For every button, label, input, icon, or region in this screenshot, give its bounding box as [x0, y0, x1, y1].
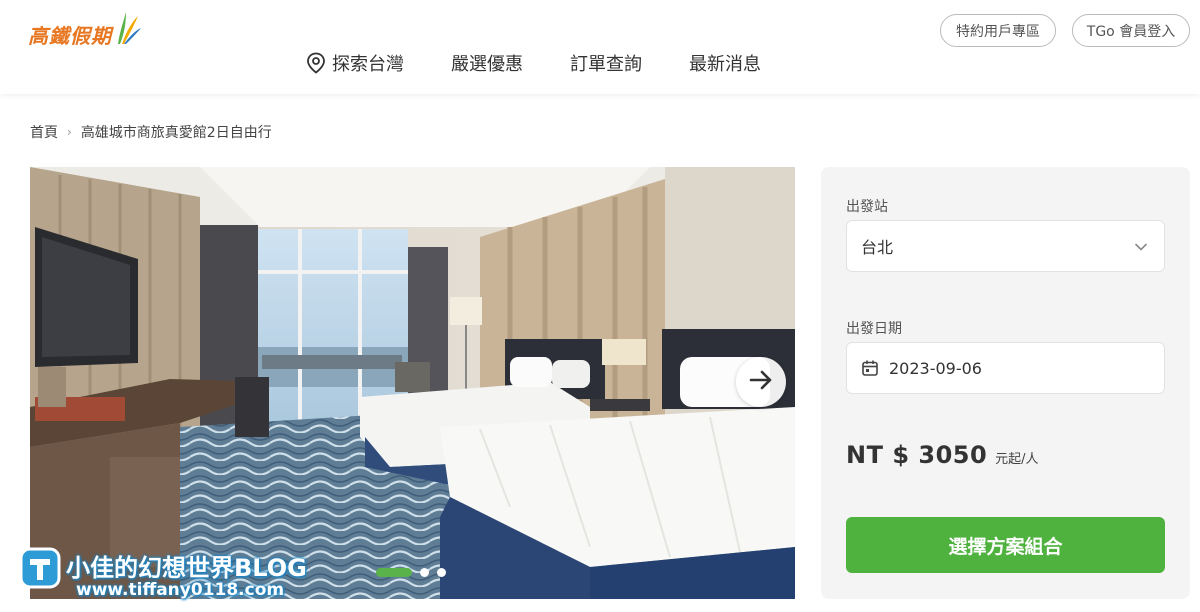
- date-label: 出發日期: [846, 321, 902, 337]
- nav-label: 訂單查詢: [570, 54, 642, 75]
- chevron-down-icon: [1134, 239, 1148, 258]
- watermark-t-logo-icon: [18, 546, 64, 594]
- price-unit: 元起/人: [995, 452, 1039, 467]
- departure-select[interactable]: 台北: [846, 220, 1165, 272]
- location-pin-icon: [306, 52, 326, 74]
- calendar-icon: [861, 359, 879, 377]
- price-amount: NT $ 3050: [846, 441, 988, 469]
- main-nav: 探索台灣 嚴選優惠 訂單查詢 最新消息: [306, 50, 808, 76]
- carousel-dot[interactable]: [437, 568, 446, 577]
- breadcrumb-current: 高雄城市商旅真愛館2日自由行: [80, 125, 272, 141]
- nav-label: 嚴選優惠: [451, 54, 523, 75]
- price-display: NT $ 3050 元起/人: [846, 441, 1039, 469]
- arrow-right-icon: [748, 367, 774, 397]
- chevron-right-icon: ›: [67, 125, 72, 139]
- site-logo[interactable]: 高鐵假期: [28, 12, 142, 50]
- nav-order-lookup[interactable]: 訂單查詢: [570, 50, 642, 76]
- nav-latest-news[interactable]: 最新消息: [689, 50, 761, 76]
- carousel-dot[interactable]: [420, 568, 429, 577]
- carousel-dot-active[interactable]: [376, 568, 412, 577]
- nav-featured-deals[interactable]: 嚴選優惠: [451, 50, 523, 76]
- departure-date-field[interactable]: 2023-09-06: [846, 342, 1165, 394]
- carousel-dots: [376, 568, 454, 577]
- select-package-button[interactable]: 選擇方案組合: [846, 517, 1165, 573]
- booking-panel: 出發站 台北 出發日期 2023-09-06 NT $ 3050 元起/人 選擇…: [821, 167, 1190, 599]
- watermark-title: 小佳的幻想世界BLOG: [66, 554, 307, 582]
- carousel-next-button[interactable]: [736, 357, 786, 407]
- corporate-zone-button[interactable]: 特約用戶專區: [940, 14, 1056, 47]
- logo-text: 高鐵假期: [28, 23, 112, 48]
- watermark-url: www.tiffany0118.com: [76, 580, 285, 600]
- breadcrumb: 首頁 › 高雄城市商旅真愛館2日自由行: [30, 122, 272, 142]
- site-header: 高鐵假期 探索台灣 嚴選優惠 訂單查詢 最新消息 特約用戶專區 TGo 會員登入: [0, 0, 1200, 94]
- member-login-button[interactable]: TGo 會員登入: [1072, 14, 1190, 47]
- departure-label: 出發站: [846, 199, 888, 215]
- nav-label: 探索台灣: [332, 54, 404, 75]
- nav-explore-taiwan[interactable]: 探索台灣: [306, 50, 404, 76]
- nav-label: 最新消息: [689, 54, 761, 75]
- hotel-room-photo: [30, 167, 795, 599]
- logo-leaf-icon: [114, 10, 142, 50]
- breadcrumb-home[interactable]: 首頁: [30, 122, 58, 142]
- departure-value: 台北: [861, 238, 894, 257]
- date-value: 2023-09-06: [889, 358, 982, 378]
